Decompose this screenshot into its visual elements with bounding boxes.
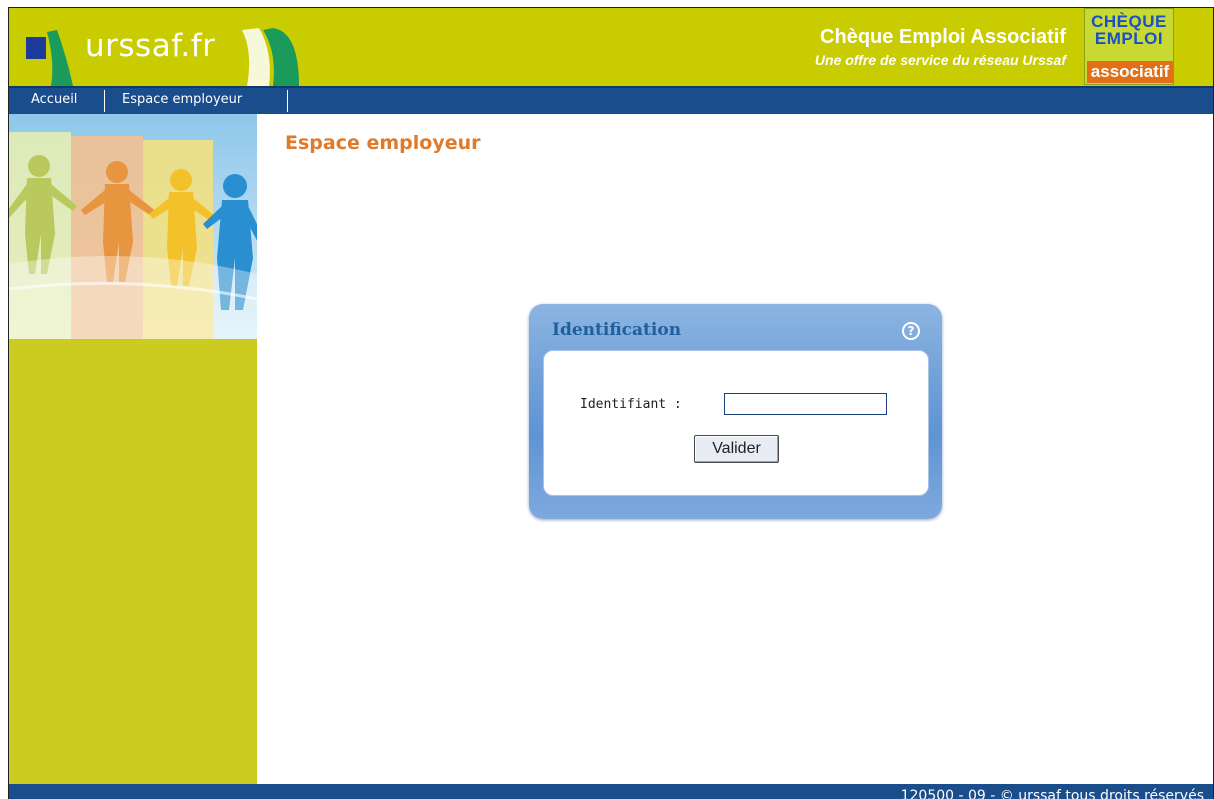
nav-item-accueil[interactable]: Accueil — [21, 92, 87, 112]
brand-logo-line2: EMPLOI — [1094, 29, 1164, 48]
people-illustration — [9, 114, 257, 339]
sidebar — [9, 114, 257, 786]
service-subtitle: Une offre de service du réseau Urssaf — [814, 52, 1066, 68]
main-nav: Accueil Espace employeur — [9, 86, 1213, 114]
cheque-emploi-associatif-logo: CHÈQUE EMPLOI associatif — [1084, 8, 1174, 85]
footer: 120500 - 09 - © urssaf tous droits réser… — [9, 784, 1213, 799]
valider-button[interactable]: Valider — [694, 435, 779, 463]
identifiant-label: Identifiant : — [580, 397, 682, 412]
urssaf-logo-square — [26, 37, 46, 59]
service-title: Chèque Emploi Associatif — [820, 26, 1066, 48]
identifiant-input[interactable] — [724, 393, 887, 415]
nav-separator — [287, 90, 288, 112]
page-title: Espace employeur — [285, 132, 481, 154]
identification-panel: Identification ? Identifiant : Valider — [529, 304, 942, 519]
brand-logo-line1: CHÈQUE — [1091, 12, 1167, 31]
nav-separator — [104, 90, 105, 112]
help-icon[interactable]: ? — [902, 322, 920, 340]
identification-title: Identification — [552, 320, 682, 340]
identification-form: Identifiant : Valider — [543, 350, 929, 496]
urssaf-logo-text[interactable]: urssaf.fr — [85, 28, 215, 64]
nav-item-espace-employeur[interactable]: Espace employeur — [112, 92, 252, 112]
page-frame: urssaf.fr Chèque Emploi Associatif Une o… — [8, 7, 1214, 799]
site-header: urssaf.fr Chèque Emploi Associatif Une o… — [9, 8, 1213, 86]
brand-logo-line3: associatif — [1087, 61, 1173, 83]
